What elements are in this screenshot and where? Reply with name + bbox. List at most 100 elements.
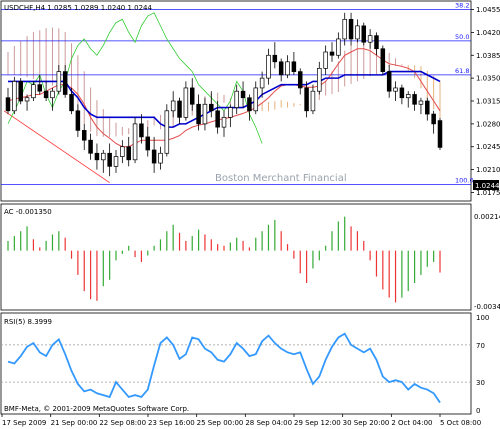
candle-body xyxy=(418,100,424,105)
time-tick-label: 2 Oct 04:00 xyxy=(391,419,432,427)
candle-body xyxy=(431,113,436,125)
time-tick-label: 25 Sep 00:00 xyxy=(197,419,244,427)
candle-body xyxy=(126,146,131,161)
candle-body xyxy=(215,110,220,128)
candle-body xyxy=(151,149,157,164)
copyright-text: BMF-Meta, © 2001-2009 MetaQuotes Softwar… xyxy=(4,405,189,413)
candle-body xyxy=(107,152,112,167)
candle-body xyxy=(202,103,208,125)
candle-body xyxy=(75,110,81,131)
fib-level-label: 38.2 xyxy=(455,2,469,10)
time-tick-label: 22 Sep 08:00 xyxy=(99,419,146,427)
price-tick-label: 1.0315 xyxy=(476,98,500,106)
candle-body xyxy=(12,81,17,112)
candle-body xyxy=(62,71,68,95)
candle-body xyxy=(228,107,233,118)
chart-canvas: 38.2 50.0 61.8 100.0 1.0455 1.0420 1.0385 1.03… xyxy=(0,0,500,427)
candle-body xyxy=(399,87,405,99)
candle-body xyxy=(31,84,36,99)
candle-body xyxy=(374,35,379,50)
candle-body xyxy=(355,25,360,40)
candle-body xyxy=(164,110,170,154)
candle-body xyxy=(196,103,201,125)
candle-body xyxy=(278,61,284,76)
ac-tick-label: 0.00214 xyxy=(474,213,500,221)
candle-body xyxy=(43,90,49,99)
candle-body xyxy=(221,116,227,128)
candle-body xyxy=(272,54,278,63)
candle-body xyxy=(158,152,163,164)
candle-body xyxy=(291,61,297,72)
candle-body xyxy=(437,120,443,148)
candle-body xyxy=(5,97,11,112)
candle-body xyxy=(310,90,316,112)
candle-body xyxy=(336,38,341,56)
candle-body xyxy=(253,87,259,112)
candle-body xyxy=(342,18,347,40)
fib-level-label: 50.0 xyxy=(455,33,469,41)
time-tick-label: 23 Sep 16:00 xyxy=(148,419,195,427)
candle-body xyxy=(412,94,417,105)
candle-body xyxy=(113,156,119,167)
price-tick-label: 1.0210 xyxy=(476,166,500,174)
price-tick-label: 1.0245 xyxy=(476,143,500,151)
fib-level-label: 61.8 xyxy=(455,67,469,75)
rsi-tick-label: 30 xyxy=(476,379,485,387)
rsi-tick-label: 70 xyxy=(476,342,485,350)
price-tick-label: 1.0455 xyxy=(476,6,500,14)
time-tick-label: 28 Sep 04:00 xyxy=(245,419,292,427)
candle-body xyxy=(81,130,87,141)
price-tick-label: 1.0175 xyxy=(476,189,500,197)
candle-body xyxy=(132,123,138,161)
candle-body xyxy=(88,139,93,154)
candle-body xyxy=(405,94,411,99)
symbol-header: USDCHF,H4 1.0285 1.0289 1.0240 1.0244 xyxy=(4,4,152,12)
candle-body xyxy=(386,71,392,92)
candle-body xyxy=(367,35,373,43)
candle-body xyxy=(183,87,189,118)
candle-body xyxy=(234,90,239,108)
candle-body xyxy=(101,152,106,161)
candle-body xyxy=(56,71,62,92)
candle-body xyxy=(170,100,176,112)
current-price-label: 1.0244 xyxy=(475,182,500,190)
candle-body xyxy=(329,51,335,56)
watermark: Boston Merchant Financial xyxy=(215,173,347,184)
candle-body xyxy=(94,152,100,161)
candle-body xyxy=(323,51,328,69)
price-tick-label: 1.0420 xyxy=(476,29,500,37)
candle-body xyxy=(189,87,195,105)
price-tick-label: 1.0385 xyxy=(476,52,500,60)
candle-body xyxy=(317,67,322,92)
price-tick-label: 1.0350 xyxy=(476,75,500,83)
fib-level-label: 100.0 xyxy=(455,177,474,185)
candle-body xyxy=(69,94,74,112)
candle-body xyxy=(24,97,30,102)
time-tick-label: 21 Sep 00:00 xyxy=(51,419,98,427)
candle-body xyxy=(361,25,367,43)
price-tick-label: 1.0280 xyxy=(476,120,500,128)
candle-body xyxy=(348,18,354,40)
candle-body xyxy=(425,100,430,115)
candle-body xyxy=(380,48,386,72)
candle-body xyxy=(37,84,43,92)
candle-body xyxy=(18,81,23,102)
time-tick-label: 17 Sep 2009 xyxy=(2,419,46,427)
rsi-tick-label: 100 xyxy=(476,314,489,322)
ac-tick-label: -0.00342 xyxy=(474,303,500,311)
candle-body xyxy=(145,136,151,151)
ac-title: AC -0.001350 xyxy=(4,208,52,216)
candle-body xyxy=(50,90,55,99)
candle-body xyxy=(209,103,214,112)
candle-body xyxy=(393,87,398,92)
time-tick-label: 29 Sep 12:00 xyxy=(294,419,341,427)
rsi-title: RSI(5) 8.3999 xyxy=(4,318,52,326)
candle-body xyxy=(285,61,290,76)
candle-body xyxy=(240,90,246,99)
chart-window: 38.2 50.0 61.8 100.0 1.0455 1.0420 1.0385 1.03… xyxy=(0,0,500,429)
candle-body xyxy=(139,123,144,138)
candle-body xyxy=(177,100,182,118)
candle-body xyxy=(266,54,271,79)
candle-body xyxy=(247,97,252,112)
candle-body xyxy=(297,71,303,89)
